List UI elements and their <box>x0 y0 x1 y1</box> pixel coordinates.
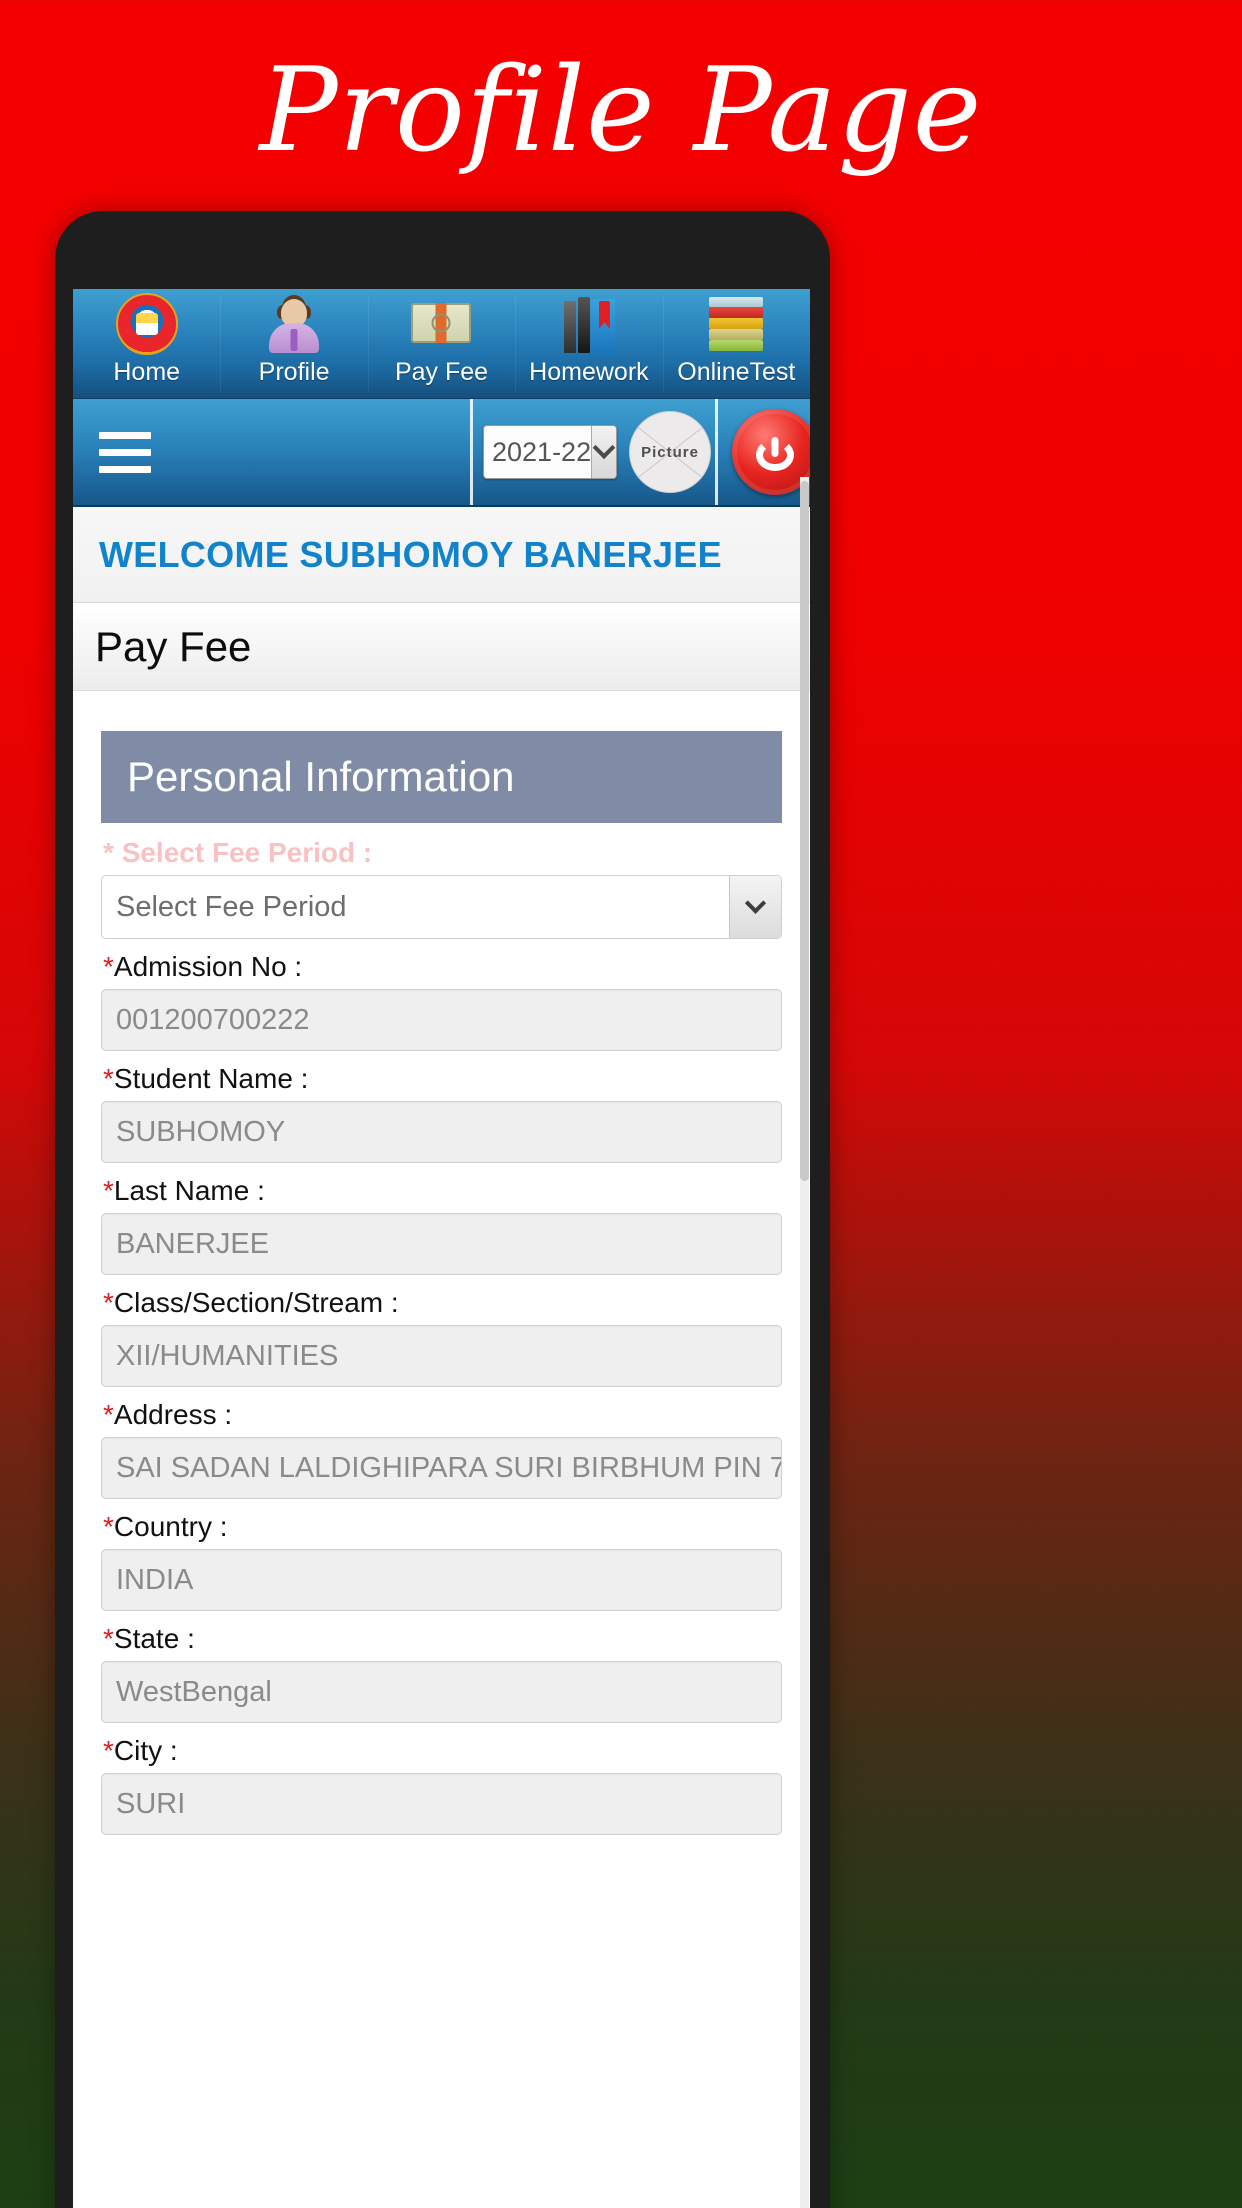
required-asterisk: * <box>103 1735 114 1766</box>
field-input-3: BANERJEE <box>101 1213 782 1275</box>
required-asterisk: * <box>103 1511 114 1542</box>
required-asterisk: * <box>103 837 122 868</box>
app-screen: Home Profile Pay Fee Homework OnlineTest… <box>73 289 810 2208</box>
phone-device-frame: Home Profile Pay Fee Homework OnlineTest… <box>55 211 830 2208</box>
field-label-text: Student Name : <box>113 1063 309 1094</box>
money-icon <box>410 293 473 355</box>
field-label-text: Class/Section/Stream : <box>113 1287 399 1318</box>
book-stack-icon <box>705 293 767 355</box>
panel-heading: Personal Information <box>101 731 782 823</box>
field-input-1: 001200700222 <box>101 989 782 1051</box>
field-input-6: INDIA <box>101 1549 782 1611</box>
field-label-7: *State : <box>101 1619 782 1661</box>
required-asterisk: * <box>103 1175 114 1206</box>
field-input-7: WestBengal <box>101 1661 782 1723</box>
field-input-2: SUBHOMOY <box>101 1101 782 1163</box>
field-label-3: *Last Name : <box>101 1171 782 1213</box>
welcome-text: WELCOME SUBHOMOY BANERJEE <box>99 533 722 575</box>
required-asterisk: * <box>103 1063 114 1094</box>
field-input-5: SAI SADAN LALDIGHIPARA SURI BIRBHUM PIN … <box>101 1437 782 1499</box>
section-title: Pay Fee <box>95 622 252 670</box>
required-asterisk: * <box>103 1287 114 1318</box>
nav-label-home: Home <box>113 358 181 386</box>
field-label-text: Country : <box>113 1511 228 1542</box>
field-label-4: *Class/Section/Stream : <box>101 1283 782 1325</box>
field-label-text: State : <box>113 1623 195 1654</box>
nav-item-home[interactable]: Home <box>73 289 220 398</box>
nav-label-profile: Profile <box>258 358 330 386</box>
field-label-2: *Student Name : <box>101 1059 782 1101</box>
avatar[interactable]: Picture <box>629 411 711 493</box>
field-label-text: Last Name : <box>113 1175 265 1206</box>
toolbar-divider <box>470 399 473 505</box>
field-label-text: City : <box>113 1735 178 1766</box>
chevron-down-icon[interactable] <box>729 876 781 938</box>
hamburger-icon[interactable] <box>73 431 193 473</box>
books-icon <box>558 293 620 355</box>
school-crest-icon <box>115 293 178 355</box>
field-select-0[interactable]: Select Fee Period <box>101 875 782 939</box>
required-asterisk: * <box>103 1399 114 1430</box>
top-navigation-bar: Home Profile Pay Fee Homework OnlineTest <box>73 289 810 399</box>
nav-label-homework: Homework <box>529 358 649 386</box>
nav-item-homework[interactable]: Homework <box>515 289 662 398</box>
logout-button[interactable] <box>732 409 810 495</box>
app-toolbar: 2021-22 Picture <box>73 399 810 507</box>
power-icon <box>756 433 794 471</box>
nav-item-pay-fee[interactable]: Pay Fee <box>367 289 515 398</box>
section-title-bar: Pay Fee <box>73 603 810 691</box>
field-label-text: Select Fee Period : <box>121 837 373 868</box>
field-label-1: *Admission No : <box>101 947 782 989</box>
nav-label-pay-fee: Pay Fee <box>394 358 489 386</box>
session-year-value: 2021-22 <box>492 436 592 467</box>
field-input-4: XII/HUMANITIES <box>101 1325 782 1387</box>
required-asterisk: * <box>103 951 114 982</box>
scrollbar-thumb[interactable] <box>800 481 809 1181</box>
nav-label-online-test: OnlineTest <box>677 358 796 386</box>
field-select-value: Select Fee Period <box>116 890 347 923</box>
field-label-8: *City : <box>101 1731 782 1773</box>
form-container: Personal Information * Select Fee Period… <box>73 691 810 1835</box>
field-label-text: Address : <box>113 1399 233 1430</box>
required-asterisk: * <box>103 1623 114 1654</box>
toolbar-divider-2 <box>715 399 718 505</box>
chevron-down-icon[interactable] <box>591 426 616 478</box>
field-label-5: *Address : <box>101 1395 782 1437</box>
nav-item-profile[interactable]: Profile <box>220 289 367 398</box>
form-fields-list: * Select Fee Period : Select Fee Period *A… <box>101 833 782 1835</box>
person-icon <box>263 293 325 355</box>
field-label-text: Admission No : <box>113 951 303 982</box>
field-input-8: SURI <box>101 1773 782 1835</box>
session-year-select[interactable]: 2021-22 <box>483 425 617 479</box>
page-title: Profile Page <box>259 43 983 178</box>
field-label-0: * Select Fee Period : <box>101 833 782 875</box>
avatar-placeholder-label: Picture <box>641 443 699 461</box>
field-label-6: *Country : <box>101 1507 782 1549</box>
welcome-banner: WELCOME SUBHOMOY BANERJEE <box>73 507 810 603</box>
nav-item-online-test[interactable]: OnlineTest <box>662 289 810 398</box>
